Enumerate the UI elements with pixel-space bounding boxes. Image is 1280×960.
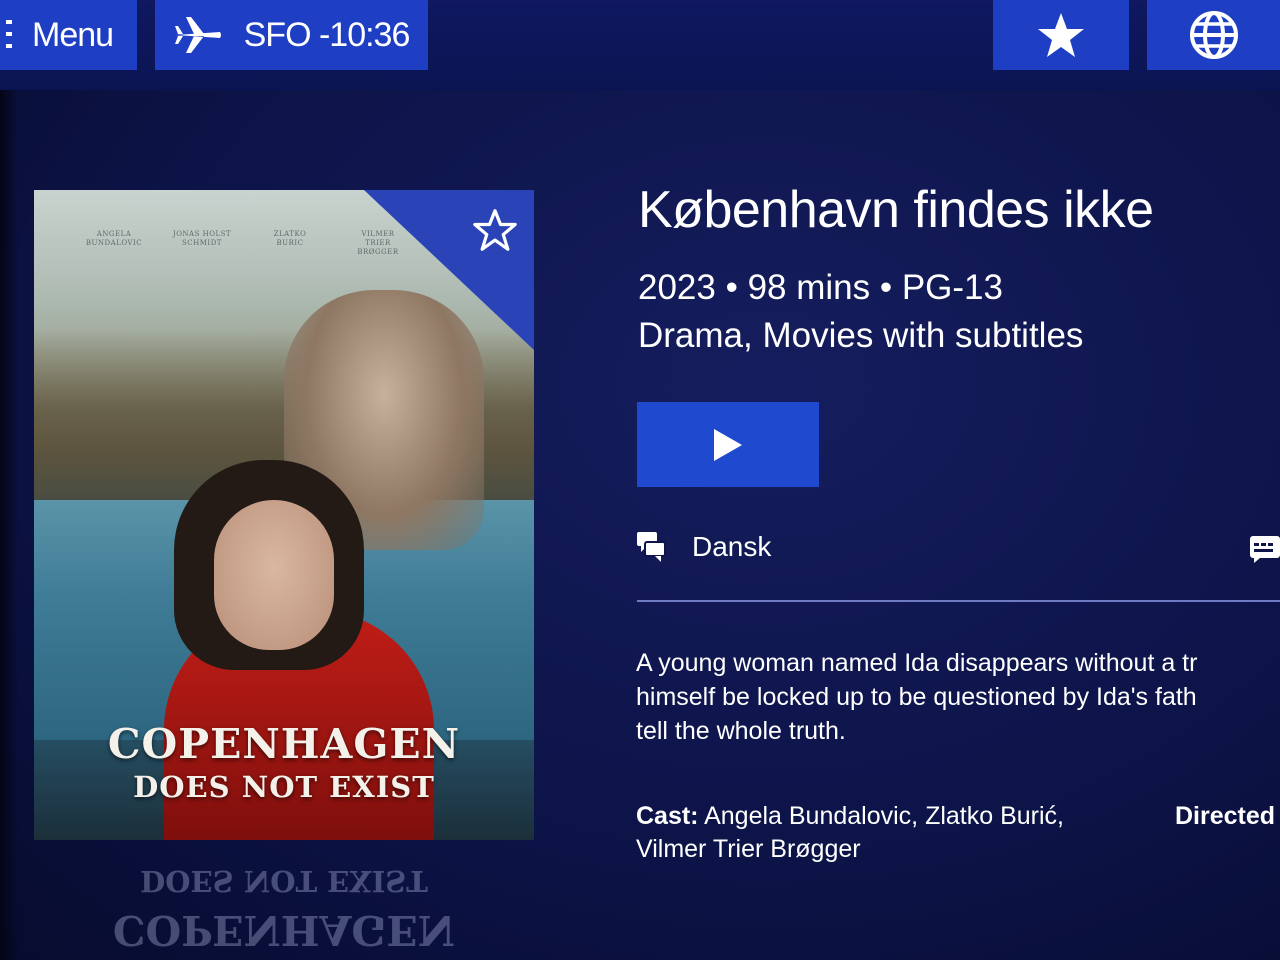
menu-label: Menu (32, 15, 114, 54)
screen-edge (0, 90, 18, 960)
globe-icon (1189, 11, 1238, 59)
language-button[interactable] (1147, 0, 1280, 70)
poster-woman-face (214, 500, 334, 650)
menu-button[interactable]: Menu (0, 0, 137, 70)
airplane-icon (174, 17, 221, 53)
movie-description: A young woman named Ida disappears witho… (636, 649, 1198, 745)
movie-genres: Drama, Movies with subtitles (638, 316, 1084, 355)
favorites-button[interactable] (993, 0, 1129, 70)
reflection-title: COPENHAGEN (112, 906, 456, 954)
poster-title: COPENHAGEN (107, 720, 461, 768)
audio-language-row[interactable]: Dansk (636, 530, 771, 564)
audio-language-label: Dansk (692, 531, 772, 562)
play-icon (714, 428, 742, 461)
cast-label: Cast: (636, 802, 699, 830)
movie-meta: 2023 • 98 mins • PG-13 (638, 268, 1003, 307)
play-button[interactable] (637, 402, 819, 487)
top-bar: Menu SFO -10:36 (0, 0, 1280, 90)
reflection-subtitle: DOES NOT EXIST (140, 864, 428, 898)
poster-credit: JONAS HOLST SCHMIDT (172, 230, 232, 247)
cast-list: Angela Bundalovic, Zlatko Burić, Vilmer … (636, 802, 1064, 863)
poster-reflection: COPENHAGEN DOES NOT EXIST (34, 842, 534, 960)
flight-status: SFO -10:36 (243, 15, 411, 54)
speech-bubbles-icon (637, 532, 666, 562)
favorite-star-icon[interactable] (472, 208, 518, 252)
poster-credits: ANGELA BUNDALOVIC JONAS HOLST SCHMIDT ZL… (84, 230, 408, 257)
star-icon (1038, 13, 1084, 57)
movie-title: København findes ikke (638, 181, 1154, 239)
director-label: Directed (1175, 802, 1276, 830)
movie-poster[interactable]: ANGELA BUNDALOVIC JONAS HOLST SCHMIDT ZL… (34, 190, 534, 840)
flight-info-button[interactable]: SFO -10:36 (155, 0, 428, 70)
subtitles-icon[interactable] (1248, 534, 1280, 564)
menu-icon (6, 20, 12, 50)
poster-subtitle: DOES NOT EXIST (133, 770, 435, 804)
poster-credit: ZLATKO BURIC (273, 230, 307, 247)
section-divider (637, 600, 1280, 602)
cast-section: Cast: Angela Bundalovic, Zlatko Burić, V… (636, 800, 1136, 866)
poster-credit: ANGELA BUNDALOVIC (85, 230, 143, 247)
